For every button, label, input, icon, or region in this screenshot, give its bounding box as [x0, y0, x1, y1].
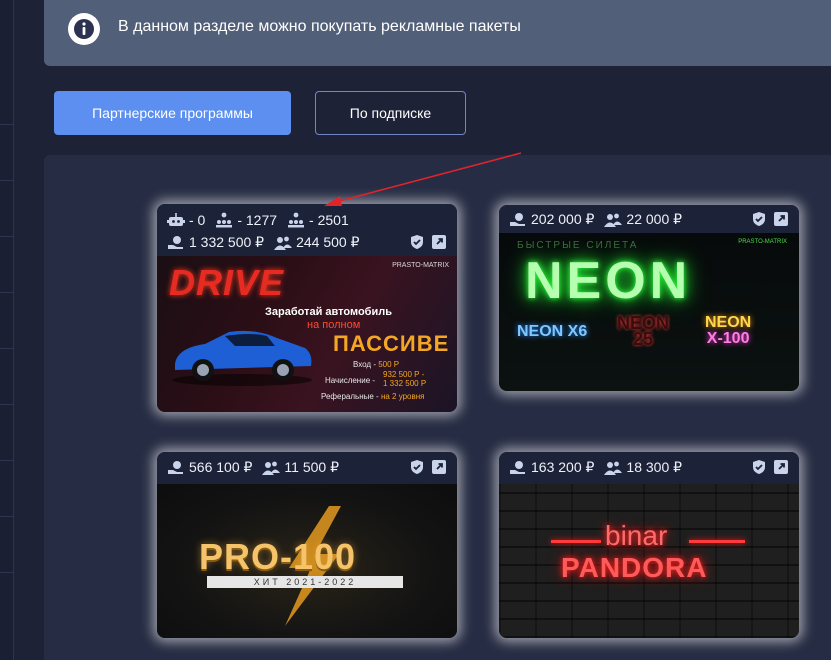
money-hand-icon — [510, 212, 525, 226]
shield-check-icon[interactable] — [751, 459, 767, 475]
stat-money-value: 566 100 ₽ — [189, 459, 253, 475]
sidebar-divider — [0, 572, 14, 573]
package-card-neon[interactable]: 202 000 ₽ 22 000 ₽ БЫСТРЫЕ СИЛЕТА PRASTO… — [499, 205, 799, 391]
neon-logo: PRASTO-MATRIX — [738, 239, 787, 245]
robot-icon — [167, 213, 185, 226]
stat-money: 1 332 500 ₽ — [167, 234, 264, 251]
external-link-icon[interactable] — [773, 211, 789, 227]
card-stats: 163 200 ₽ 18 300 ₽ — [499, 452, 799, 484]
tab-partner-programs[interactable]: Партнерские программы — [54, 91, 291, 135]
sidebar-divider — [0, 460, 14, 461]
card-actions — [409, 459, 447, 475]
money-hand-icon — [168, 460, 183, 474]
package-card-pro100[interactable]: 566 100 ₽ 11 500 ₽ PRO-100 ХИТ 2021-2022 — [157, 452, 457, 638]
shield-check-icon[interactable] — [409, 459, 425, 475]
stat-partners-value: 22 000 ₽ — [626, 211, 683, 227]
external-link-icon[interactable] — [431, 459, 447, 475]
info-icon — [68, 13, 100, 45]
stat-partners: 11 500 ₽ — [262, 459, 339, 476]
stats-row-1: 202 000 ₽ 22 000 ₽ — [509, 211, 692, 228]
drive-accrual-values: 932 500 Р -1 332 500 Р — [383, 370, 427, 388]
drive-title: DRIVE — [169, 262, 285, 303]
sidebar-divider — [0, 124, 14, 125]
stat-level2-value: - 2501 — [309, 212, 349, 228]
left-sidebar-edge — [0, 0, 14, 660]
tab-subscription[interactable]: По подписке — [315, 91, 466, 135]
drive-brand: PRASTO-MATRIX — [392, 262, 449, 269]
neon-line — [689, 540, 745, 543]
stat-money-value: 163 200 ₽ — [531, 459, 595, 475]
drive-passive-text: ПАССИВЕ — [333, 331, 450, 356]
card-actions — [751, 459, 789, 475]
structure-icon — [288, 212, 305, 228]
drive-referral: Реферальные - на 2 уровня — [321, 392, 425, 401]
banner-text: В данном разделе можно покупать рекламны… — [118, 18, 521, 35]
stat-partners-value: 244 500 ₽ — [296, 234, 360, 250]
card-actions — [409, 234, 447, 250]
drive-entry: Вход - 500 Р — [353, 360, 400, 369]
drive-earn-text: Заработай автомобиль — [265, 306, 392, 318]
stat-partners: 18 300 ₽ — [604, 459, 682, 476]
neon-title: NEON — [525, 252, 692, 310]
stat-partners: 22 000 ₽ — [604, 211, 682, 228]
package-image-drive[interactable]: DRIVE PRASTO-MATRIX Заработай автомобиль… — [157, 256, 457, 412]
stat-level2: - 2501 — [287, 212, 349, 228]
car-image — [172, 330, 312, 386]
neon-x6-label: NEON X6 — [517, 323, 588, 340]
package-image-neon[interactable]: БЫСТРЫЕ СИЛЕТА PRASTO-MATRIX NEON NEON X… — [499, 233, 799, 391]
external-link-icon[interactable] — [773, 459, 789, 475]
stat-robot: - 0 — [167, 212, 205, 228]
package-card-pandora[interactable]: 163 200 ₽ 18 300 ₽ binar PANDORA — [499, 452, 799, 638]
pandora-title: PANDORA — [561, 552, 708, 583]
partners-icon — [604, 461, 623, 475]
partners-icon — [604, 213, 623, 227]
sidebar-divider — [0, 516, 14, 517]
stat-money-value: 202 000 ₽ — [531, 211, 595, 227]
sidebar-divider — [0, 404, 14, 405]
package-image-pandora[interactable]: binar PANDORA — [499, 484, 799, 638]
stats-row-2: 1 332 500 ₽ 244 500 ₽ — [167, 234, 370, 251]
stats-row-1: 163 200 ₽ 18 300 ₽ — [509, 459, 692, 476]
pro100-hit-bar: ХИТ 2021-2022 — [207, 576, 403, 588]
sidebar-divider — [0, 348, 14, 349]
sidebar-divider — [0, 180, 14, 181]
stat-partners: 244 500 ₽ — [274, 234, 360, 251]
stat-money-value: 1 332 500 ₽ — [189, 234, 265, 250]
stat-money: 566 100 ₽ — [167, 459, 252, 476]
shield-check-icon[interactable] — [409, 234, 425, 250]
sidebar-divider — [0, 236, 14, 237]
partners-icon — [262, 461, 281, 475]
card-stats: 202 000 ₽ 22 000 ₽ — [499, 205, 799, 233]
neon-25-label: NEON 25 — [617, 313, 670, 349]
neon-x100-label: NEON X-100 — [705, 314, 752, 347]
stats-row-1: 566 100 ₽ 11 500 ₽ — [167, 459, 349, 476]
pandora-binar-text: binar — [605, 520, 668, 551]
stat-level1: - 1277 — [215, 212, 277, 228]
partners-icon — [274, 236, 293, 250]
money-hand-icon — [168, 235, 183, 249]
neon-line — [551, 540, 601, 543]
stat-partners-value: 11 500 ₽ — [284, 459, 339, 475]
card-stats: - 0 - 1277 - 2501 1 332 500 ₽ 244 500 ₽ — [157, 204, 457, 256]
external-link-icon[interactable] — [431, 234, 447, 250]
package-image-pro100[interactable]: PRO-100 ХИТ 2021-2022 — [157, 484, 457, 638]
neon-top-text: БЫСТРЫЕ СИЛЕТА — [517, 240, 639, 251]
sidebar-divider — [0, 292, 14, 293]
stat-money: 202 000 ₽ — [509, 211, 594, 228]
stat-partners-value: 18 300 ₽ — [626, 459, 683, 475]
package-card-drive[interactable]: - 0 - 1277 - 2501 1 332 500 ₽ 244 500 ₽ — [157, 204, 457, 412]
shield-check-icon[interactable] — [751, 211, 767, 227]
money-hand-icon — [510, 460, 525, 474]
stats-row-1: - 0 - 1277 - 2501 — [167, 212, 359, 228]
drive-accrual: Начисление - — [325, 376, 376, 385]
stat-robot-value: - 0 — [189, 212, 206, 228]
drive-full-text: на полном — [307, 319, 361, 331]
card-stats: 566 100 ₽ 11 500 ₽ — [157, 452, 457, 484]
stat-money: 163 200 ₽ — [509, 459, 594, 476]
pro100-title: PRO-100 — [199, 536, 357, 577]
structure-icon — [216, 212, 233, 228]
info-banner: В данном разделе можно покупать рекламны… — [44, 0, 831, 66]
card-actions — [751, 211, 789, 227]
stat-level1-value: - 1277 — [237, 212, 278, 228]
